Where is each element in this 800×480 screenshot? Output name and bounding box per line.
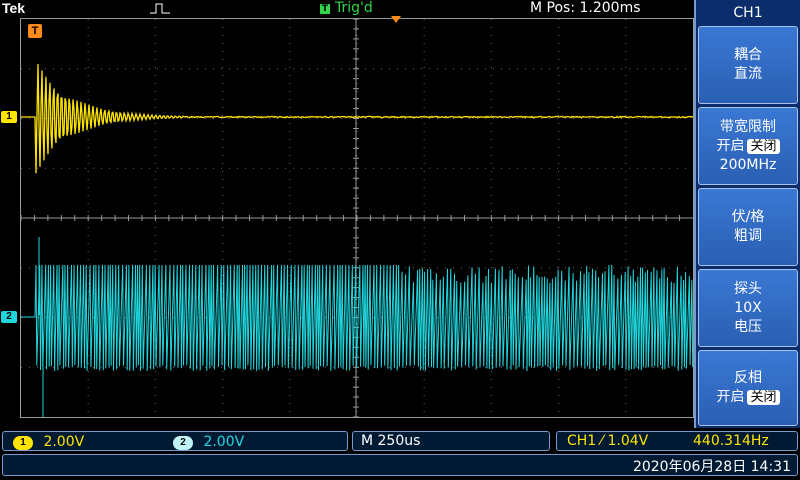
trigger-source: CH1 [567,433,596,449]
probe-button[interactable]: 探头 10X 电压 [698,269,798,347]
ch2-ground-marker[interactable]: 2 [1,311,17,323]
invert-off-option-selected: 关闭 [747,390,779,405]
probe-attenuation: 10X [699,299,797,318]
side-menu: CH1 耦合 直流 带宽限制 开启 关闭 200MHz 伏/格 粗调 探头 10X… [694,0,800,428]
trigger-position-marker[interactable] [391,16,401,23]
graticule-svg [21,19,693,417]
volts-per-div-label: 伏/格 [699,208,797,227]
trigger-level: 1.04V [607,433,648,449]
ch1-scale-chip[interactable]: 1 [13,436,33,450]
frequency-readout: 440.314Hz [693,432,769,450]
horizontal-position-readout: M Pos: 1.200ms [530,0,641,16]
brand-logo: Tek [2,0,25,16]
top-status-bar: Tek T Trig'd M Pos: 1.200ms [0,0,694,18]
trigger-panel: CH1 ⁄ 1.04V 440.314Hz [556,431,798,451]
invert-on-option: 开启 [716,389,744,405]
waveform-display[interactable] [20,18,694,418]
probe-type: 电压 [699,318,797,337]
side-menu-title: CH1 [696,0,800,26]
trigger-status: T Trig'd [320,0,373,16]
bottom-status-bar: 1 2.00V 2 2.00V M 250us CH1 ⁄ 1.04V 440.… [0,428,800,480]
ch2-scale-chip[interactable]: 2 [173,436,193,450]
timebase-panel: M 250us [352,431,550,451]
ch1-ground-marker[interactable]: 1 [1,111,17,123]
coupling-label: 耦合 [699,46,797,65]
bandwidth-limit-button[interactable]: 带宽限制 开启 关闭 200MHz [698,107,798,185]
probe-label: 探头 [699,280,797,299]
ch1-scale: 2.00V [43,434,84,450]
datetime-panel: 2020年06月28日 14:31 [2,454,798,476]
trigger-status-icon: T [320,4,330,14]
bandwidth-limit-label: 带宽限制 [699,118,797,137]
coupling-value: 直流 [699,65,797,84]
trigger-point-marker: T [28,24,42,38]
volts-per-div-value: 粗调 [699,227,797,246]
coupling-button[interactable]: 耦合 直流 [698,26,798,104]
channel-scales-panel: 1 2.00V 2 2.00V [2,431,348,451]
datetime-readout: 2020年06月28日 14:31 [633,456,791,476]
bandwidth-off-option-selected: 关闭 [747,139,779,154]
acquisition-pulse-icon [150,2,170,14]
trigger-status-text: Trig'd [335,0,373,16]
trigger-slope-icon: ⁄ [601,433,603,449]
bandwidth-value: 200MHz [699,156,797,175]
volts-per-div-button[interactable]: 伏/格 粗调 [698,188,798,266]
ch2-scale: 2.00V [203,434,244,450]
timebase-readout: M 250us [361,432,420,450]
bandwidth-on-option: 开启 [716,138,744,154]
invert-label: 反相 [699,369,797,388]
invert-button[interactable]: 反相 开启 关闭 [698,350,798,426]
